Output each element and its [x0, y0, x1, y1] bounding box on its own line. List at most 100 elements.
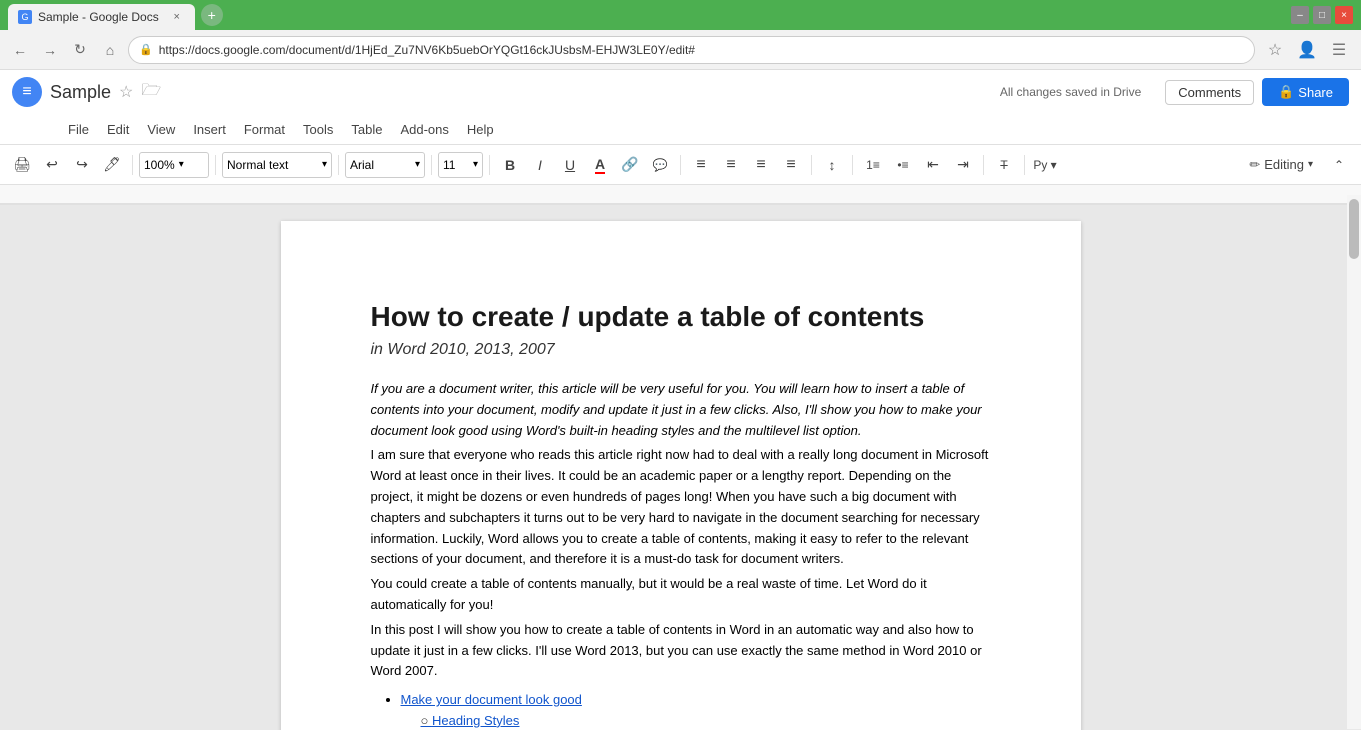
- editing-mode-area: ✏ Editing ▾ ⌃: [1241, 151, 1353, 179]
- menu-format[interactable]: Format: [236, 118, 293, 141]
- font-value: Arial: [350, 158, 374, 172]
- menu-help[interactable]: Help: [459, 118, 502, 141]
- separator-8: [852, 155, 853, 175]
- window-controls: – □ ×: [1291, 6, 1353, 24]
- py-button[interactable]: Py ▾: [1031, 151, 1059, 179]
- separator-9: [983, 155, 984, 175]
- new-tab-button[interactable]: +: [201, 4, 223, 26]
- size-dropdown-icon: ▾: [473, 159, 478, 170]
- undo-button[interactable]: ↩: [38, 151, 66, 179]
- back-button[interactable]: ←: [8, 38, 32, 62]
- share-button[interactable]: 🔒 Share: [1262, 78, 1349, 106]
- folder-icon[interactable]: 🗁: [141, 79, 161, 106]
- url-bar[interactable]: 🔒 https://docs.google.com/document/d/1Hj…: [128, 36, 1255, 64]
- bold-button[interactable]: B: [496, 151, 524, 179]
- collapse-toolbar-button[interactable]: ⌃: [1325, 151, 1353, 179]
- app-title-row: ≡ Sample ☆ 🗁 All changes saved in Drive …: [0, 70, 1361, 114]
- person-icon[interactable]: 👤: [1293, 36, 1321, 64]
- list-item[interactable]: Heading Styles: [421, 711, 991, 730]
- color-a-icon: A: [595, 156, 605, 174]
- separator-1: [132, 155, 133, 175]
- header-actions: Comments 🔒 Share: [1165, 78, 1349, 106]
- print-button[interactable]: 🖨: [8, 151, 36, 179]
- document-body: If you are a document writer, this artic…: [371, 379, 991, 730]
- toolbar: 🖨 ↩ ↪ 🖊 100% ▾ Normal text ▾ Arial ▾ 11 …: [0, 144, 1361, 184]
- close-button[interactable]: ×: [1335, 6, 1353, 24]
- size-value: 11: [443, 158, 455, 172]
- redo-button[interactable]: ↪: [68, 151, 96, 179]
- star-icon[interactable]: ☆: [119, 82, 133, 102]
- bookmark-icon[interactable]: ☆: [1261, 36, 1289, 64]
- editing-mode-button[interactable]: ✏ Editing ▾: [1241, 153, 1321, 177]
- app-menu-button[interactable]: ≡: [12, 77, 42, 107]
- app-header: ≡ Sample ☆ 🗁 All changes saved in Drive …: [0, 70, 1361, 185]
- sub-link-1[interactable]: Heading Styles: [432, 713, 519, 728]
- scrollbar-thumb[interactable]: [1349, 199, 1359, 259]
- bullet-list-button[interactable]: •≡: [889, 151, 917, 179]
- paragraph-3: In this post I will show you how to crea…: [371, 620, 991, 682]
- document-page[interactable]: How to create / update a table of conten…: [281, 221, 1081, 730]
- separator-5: [489, 155, 490, 175]
- style-select[interactable]: Normal text ▾: [222, 152, 332, 178]
- pencil-edit-icon: ✏: [1249, 157, 1260, 173]
- menu-table[interactable]: Table: [343, 118, 390, 141]
- document-subtitle: in Word 2010, 2013, 2007: [371, 341, 991, 359]
- menu-insert[interactable]: Insert: [185, 118, 234, 141]
- zoom-value: 100%: [144, 158, 175, 172]
- minimize-button[interactable]: –: [1291, 6, 1309, 24]
- menu-file[interactable]: File: [60, 118, 97, 141]
- comments-button[interactable]: Comments: [1165, 80, 1254, 105]
- maximize-button[interactable]: □: [1313, 6, 1331, 24]
- style-dropdown-icon: ▾: [322, 159, 327, 170]
- size-select[interactable]: 11 ▾: [438, 152, 483, 178]
- browser-tab[interactable]: G Sample - Google Docs ×: [8, 4, 195, 30]
- refresh-button[interactable]: ↻: [68, 38, 92, 62]
- scrollbar[interactable]: [1347, 195, 1361, 729]
- align-center-button[interactable]: ≡: [717, 151, 745, 179]
- ruler: -3 -2 -1 1 2 3 4 5 6 7: [0, 185, 1361, 205]
- separator-3: [338, 155, 339, 175]
- intro-paragraph: If you are a document writer, this artic…: [371, 379, 991, 441]
- document-title[interactable]: Sample: [50, 82, 111, 103]
- share-label: Share: [1298, 85, 1333, 100]
- menu-view[interactable]: View: [139, 118, 183, 141]
- menu-bar: File Edit View Insert Format Tools Table…: [0, 114, 1361, 144]
- italic-button[interactable]: I: [526, 151, 554, 179]
- forward-button[interactable]: →: [38, 38, 62, 62]
- ruler-svg: [0, 185, 1361, 205]
- lock-icon: 🔒: [1278, 84, 1294, 100]
- font-select[interactable]: Arial ▾: [345, 152, 425, 178]
- menu-addons[interactable]: Add-ons: [392, 118, 456, 141]
- separator-6: [680, 155, 681, 175]
- underline-button[interactable]: U: [556, 151, 584, 179]
- indent-more-button[interactable]: ⇥: [949, 151, 977, 179]
- hamburger-icon: ≡: [22, 83, 31, 101]
- toc-list: Make your document look good Heading Sty…: [401, 690, 991, 730]
- separator-2: [215, 155, 216, 175]
- numbered-list-button[interactable]: 1≡: [859, 151, 887, 179]
- zoom-select[interactable]: 100% ▾: [139, 152, 209, 178]
- comment-button[interactable]: 💬: [646, 151, 674, 179]
- align-justify-button[interactable]: ≡: [777, 151, 805, 179]
- line-spacing-button[interactable]: ↕: [818, 151, 846, 179]
- tab-close-btn[interactable]: ×: [169, 9, 185, 25]
- zoom-dropdown-icon: ▾: [179, 159, 184, 170]
- home-button[interactable]: ⌂: [98, 38, 122, 62]
- paint-format-button[interactable]: 🖊: [98, 151, 126, 179]
- menu-edit[interactable]: Edit: [99, 118, 137, 141]
- document-heading: How to create / update a table of conten…: [371, 301, 991, 333]
- align-right-button[interactable]: ≡: [747, 151, 775, 179]
- tab-favicon: G: [18, 10, 32, 24]
- address-bar: ← → ↻ ⌂ 🔒 https://docs.google.com/docume…: [0, 30, 1361, 70]
- clear-format-button[interactable]: T: [990, 151, 1018, 179]
- tab-title: Sample - Google Docs: [38, 10, 159, 24]
- text-color-button[interactable]: A: [586, 151, 614, 179]
- link-button[interactable]: 🔗: [616, 151, 644, 179]
- document-area: How to create / update a table of conten…: [0, 205, 1361, 730]
- menu-tools[interactable]: Tools: [295, 118, 341, 141]
- bullet-link-1[interactable]: Make your document look good: [401, 692, 582, 707]
- align-left-button[interactable]: ≡: [687, 151, 715, 179]
- separator-7: [811, 155, 812, 175]
- indent-less-button[interactable]: ⇤: [919, 151, 947, 179]
- menu-icon[interactable]: ☰: [1325, 36, 1353, 64]
